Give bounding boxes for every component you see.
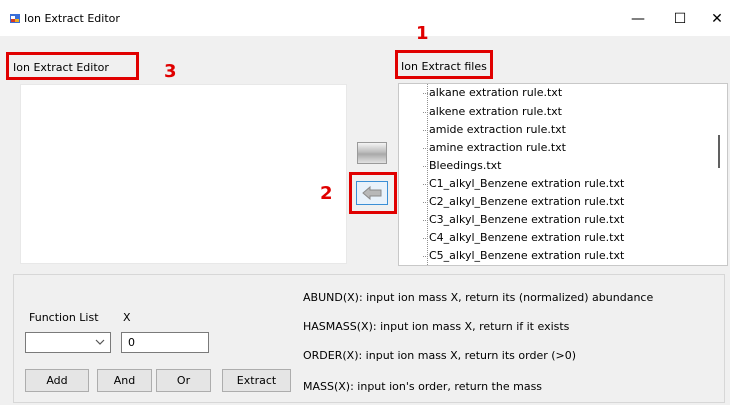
and-button[interactable]: And	[97, 369, 152, 392]
scrollbar-thumb[interactable]	[718, 135, 720, 168]
transfer-top-button[interactable]	[357, 142, 387, 164]
annotation-marker-2: 2	[320, 183, 333, 204]
help-text-order: ORDER(X): input ion mass X, return its o…	[303, 349, 577, 362]
files-label: Ion Extract files	[401, 60, 487, 73]
file-item[interactable]: amine extraction rule.txt	[423, 139, 566, 157]
left-arrow-icon	[362, 186, 382, 200]
file-item[interactable]: C5_alkyl_Benzene extration rule.txt	[423, 247, 624, 265]
app-window-icon	[10, 14, 20, 23]
or-button[interactable]: Or	[156, 369, 211, 392]
minimize-button[interactable]: —	[631, 12, 645, 26]
file-item[interactable]: alkane extration rule.txt	[423, 84, 562, 102]
maximize-button[interactable]: ☐	[673, 12, 687, 26]
file-item[interactable]: C2_alkyl_Benzene extration rule.txt	[423, 193, 624, 211]
extract-button[interactable]: Extract	[222, 369, 291, 392]
file-list[interactable]: alkane extration rule.txt alkene extrati…	[398, 83, 728, 266]
file-item[interactable]: C4_alkyl_Benzene extration rule.txt	[423, 229, 624, 247]
file-item[interactable]: alkene extration rule.txt	[423, 103, 562, 121]
load-file-button[interactable]	[356, 181, 388, 205]
file-item[interactable]: C3_alkyl_Benzene extration rule.txt	[423, 211, 624, 229]
help-text-mass: MASS(X): input ion's order, return the m…	[303, 380, 543, 393]
function-list-dropdown[interactable]	[25, 332, 111, 353]
editor-label: Ion Extract Editor	[13, 61, 109, 74]
x-input[interactable]	[121, 332, 209, 353]
add-button[interactable]: Add	[25, 369, 89, 392]
help-text-hasmass: HASMASS(X): input ion mass X, return if …	[303, 320, 570, 333]
file-item[interactable]: Bleedings.txt	[423, 157, 502, 175]
function-list-label: Function List	[29, 311, 99, 324]
file-item[interactable]: C1_alkyl_Benzene extration rule.txt	[423, 175, 624, 193]
x-label: X	[123, 311, 131, 324]
chevron-down-icon	[95, 336, 105, 348]
window-title: Ion Extract Editor	[24, 12, 120, 25]
help-text-abund: ABUND(X): input ion mass X, return its (…	[303, 291, 654, 304]
close-button[interactable]: ✕	[710, 12, 724, 26]
file-item[interactable]: amide extraction rule.txt	[423, 121, 566, 139]
annotation-marker-3: 3	[164, 61, 177, 82]
editor-textarea[interactable]	[20, 84, 347, 264]
annotation-marker-1: 1	[416, 23, 429, 44]
file-list-scrollbar[interactable]	[711, 84, 727, 265]
